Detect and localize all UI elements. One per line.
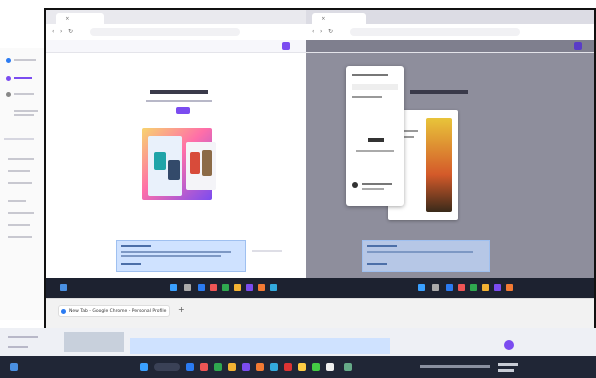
weather-icon[interactable] bbox=[10, 363, 18, 371]
back-icon[interactable]: ‹ bbox=[312, 28, 314, 35]
app-icon[interactable] bbox=[270, 284, 277, 291]
app-icon[interactable] bbox=[258, 284, 265, 291]
app-icon bbox=[6, 58, 11, 63]
app-icon[interactable] bbox=[214, 363, 222, 371]
reload-icon[interactable]: ↻ bbox=[328, 28, 333, 35]
app-icon[interactable] bbox=[298, 363, 306, 371]
background-sidebar bbox=[0, 48, 45, 320]
app-icon[interactable] bbox=[222, 284, 229, 291]
app-icon[interactable] bbox=[458, 284, 465, 291]
cta-button[interactable] bbox=[176, 107, 190, 114]
avatar[interactable] bbox=[6, 92, 11, 97]
template-thumb bbox=[202, 150, 212, 176]
left-address-field[interactable] bbox=[90, 28, 240, 36]
help-button[interactable] bbox=[504, 340, 514, 350]
share-button[interactable] bbox=[282, 42, 290, 50]
left-editor-toolbar bbox=[46, 40, 306, 53]
browser-tab-title: New Tab - Google Chrome - Personal Profi… bbox=[69, 309, 167, 314]
app-icon[interactable] bbox=[312, 363, 320, 371]
browser-tab[interactable]: New Tab - Google Chrome - Personal Profi… bbox=[58, 305, 170, 317]
template-thumb bbox=[168, 160, 180, 180]
forward-icon[interactable]: › bbox=[320, 28, 322, 35]
share-popup[interactable] bbox=[346, 66, 404, 206]
app-icon[interactable] bbox=[246, 284, 253, 291]
avatar bbox=[352, 182, 358, 188]
poster-image bbox=[426, 118, 452, 212]
left-browser-window: × ‹ › ↻ bbox=[46, 10, 306, 278]
left-tab[interactable]: × bbox=[56, 13, 104, 24]
share-button[interactable] bbox=[574, 42, 582, 50]
background-banner bbox=[130, 338, 390, 354]
chrome-icon bbox=[61, 309, 66, 314]
clock[interactable] bbox=[498, 363, 518, 366]
info-banner bbox=[116, 240, 246, 272]
app-icon[interactable] bbox=[200, 363, 208, 371]
close-icon[interactable]: × bbox=[321, 16, 325, 22]
app-icon[interactable] bbox=[256, 363, 264, 371]
app-icon[interactable] bbox=[270, 363, 278, 371]
inner-taskbar bbox=[46, 278, 594, 298]
right-tab[interactable]: × bbox=[312, 13, 366, 24]
search-icon[interactable] bbox=[184, 284, 191, 291]
app-icon[interactable] bbox=[210, 284, 217, 291]
date[interactable] bbox=[498, 369, 514, 372]
app-icon[interactable] bbox=[482, 284, 489, 291]
app-icon[interactable] bbox=[470, 284, 477, 291]
info-banner-dimmed bbox=[362, 240, 490, 272]
reload-icon[interactable]: ↻ bbox=[68, 28, 73, 35]
hero-subtitle bbox=[146, 100, 212, 102]
app-icon[interactable] bbox=[344, 363, 352, 371]
search-icon[interactable] bbox=[432, 284, 439, 291]
search-box[interactable] bbox=[154, 363, 180, 371]
thumbnail bbox=[64, 332, 124, 352]
app-icon[interactable] bbox=[228, 363, 236, 371]
app-icon[interactable] bbox=[242, 363, 250, 371]
create-icon[interactable] bbox=[6, 76, 11, 81]
app-icon[interactable] bbox=[446, 284, 453, 291]
app-icon[interactable] bbox=[198, 284, 205, 291]
close-icon[interactable]: × bbox=[65, 16, 69, 22]
app-icon[interactable] bbox=[326, 363, 334, 371]
right-address-field[interactable] bbox=[350, 28, 520, 36]
weather-icon[interactable] bbox=[60, 284, 67, 291]
side-note bbox=[252, 250, 282, 252]
app-icon[interactable] bbox=[494, 284, 501, 291]
back-icon[interactable]: ‹ bbox=[52, 28, 54, 35]
app-icon[interactable] bbox=[506, 284, 513, 291]
screenshot-frame: × ‹ › ↻ × ‹ › ↻ New Tab - Google Chrome … bbox=[44, 8, 596, 329]
start-icon[interactable] bbox=[140, 363, 148, 371]
right-browser-window: × ‹ › ↻ bbox=[306, 10, 594, 278]
app-icon[interactable] bbox=[234, 284, 241, 291]
left-tab-bar: × bbox=[46, 10, 306, 24]
start-icon[interactable] bbox=[418, 284, 425, 291]
forward-icon[interactable]: › bbox=[60, 28, 62, 35]
hero-heading bbox=[150, 90, 208, 94]
template-thumb bbox=[154, 152, 166, 170]
os-taskbar bbox=[0, 356, 596, 378]
template-thumb bbox=[190, 152, 200, 174]
left-url-bar: ‹ › ↻ bbox=[46, 24, 306, 41]
right-tab-bar: × bbox=[306, 10, 594, 24]
app-icon[interactable] bbox=[284, 363, 292, 371]
right-url-bar: ‹ › ↻ bbox=[306, 24, 594, 41]
hero-heading-dimmed bbox=[410, 90, 468, 94]
system-tray[interactable] bbox=[420, 365, 490, 368]
start-icon[interactable] bbox=[170, 284, 177, 291]
browser-tab-row: New Tab - Google Chrome - Personal Profi… bbox=[46, 298, 594, 329]
right-editor-toolbar bbox=[306, 40, 594, 53]
new-tab-button[interactable]: + bbox=[178, 305, 185, 314]
app-icon[interactable] bbox=[186, 363, 194, 371]
